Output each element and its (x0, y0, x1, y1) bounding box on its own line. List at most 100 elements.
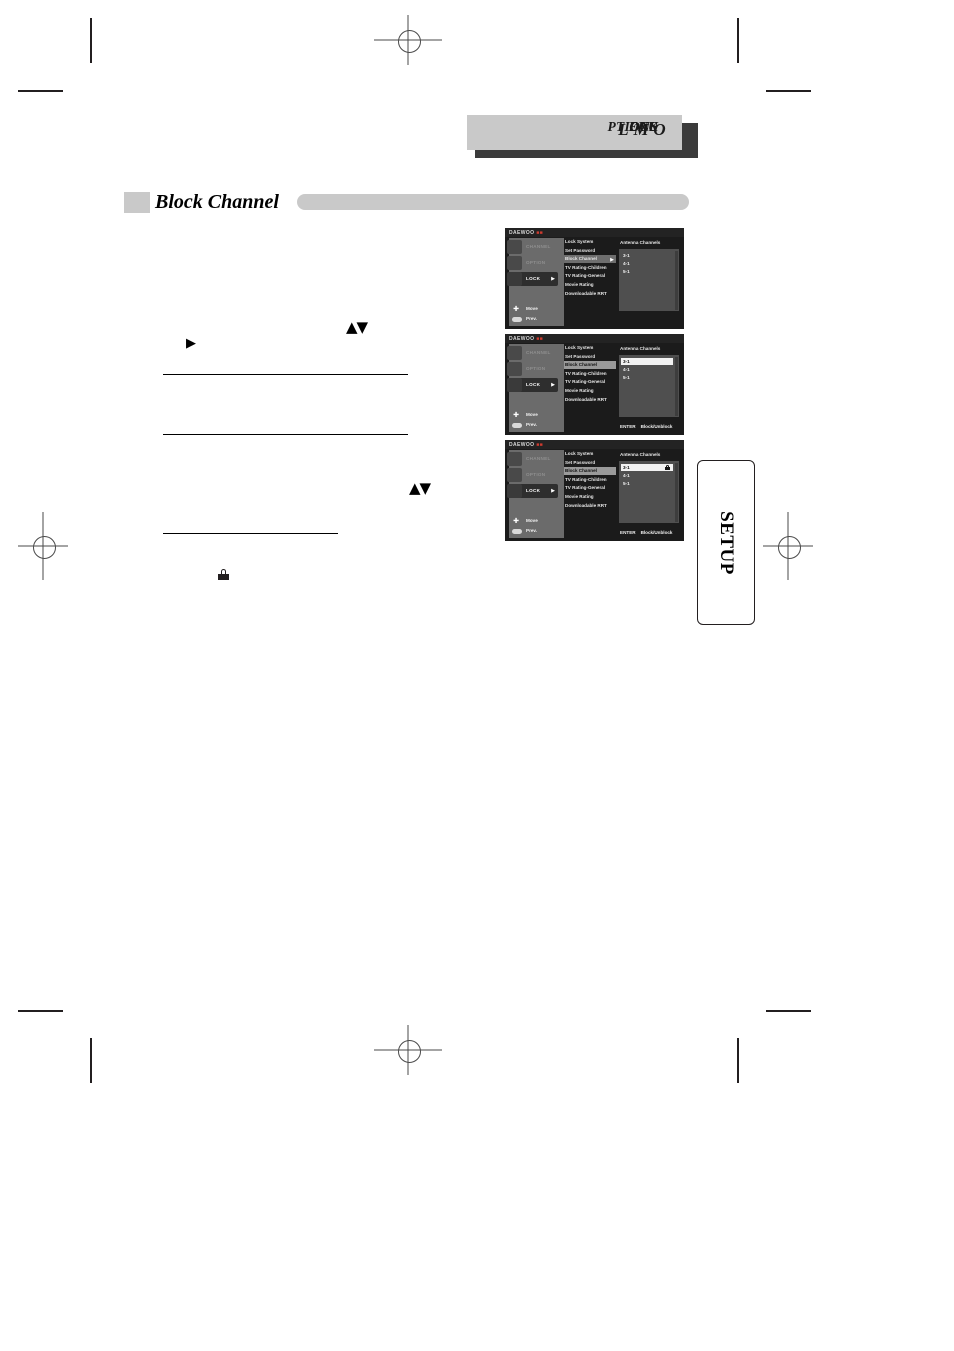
daewoo-logo: DAEWOO ■■ (509, 229, 544, 236)
crop-mark-top-right-vertical (737, 18, 739, 63)
right-arrow-glyph-1: ▶ (186, 336, 196, 351)
lock-icon (507, 378, 522, 392)
osd-nav-item-lock[interactable]: LOCK ▶ (507, 484, 558, 498)
osd-nav-item-lock[interactable]: LOCK ▶ (507, 272, 558, 286)
gear-icon (507, 362, 522, 376)
osd-menu-item-lock-system[interactable]: Lock System (564, 344, 616, 352)
osd-nav-item-channel[interactable]: CHANNEL (507, 240, 558, 254)
osd-menu-item-movie-rating[interactable]: Movie Rating (564, 387, 616, 395)
osd-channel-row[interactable]: 4-1 (621, 472, 673, 479)
osd-channel-row[interactable]: 4-1 (621, 260, 673, 267)
osd-channel-row[interactable]: 3-1 (621, 252, 673, 259)
osd-channel-scrollbar-thumb[interactable] (674, 462, 678, 522)
osd-menu-item-tv-rating-general[interactable]: TV Rating-General (564, 272, 616, 280)
osd-menu-item-downloadable-rrt[interactable]: Downloadable RRT (564, 502, 616, 510)
section-title-rule (297, 194, 689, 210)
chevron-right-icon: ▶ (551, 487, 555, 494)
osd-channel-row[interactable]: 5-1 (621, 374, 673, 381)
osd-channel-row[interactable]: 5-1 (621, 268, 673, 275)
osd-footer-prev-label: Prev. (526, 316, 537, 321)
osd-nav-item-label: CHANNEL (526, 456, 551, 461)
osd-channel-scrollbar[interactable] (674, 356, 678, 416)
osd-nav-item-lock[interactable]: LOCK ▶ (507, 378, 558, 392)
crop-mark-top-left-horizontal (18, 90, 63, 92)
osd-menu-item-downloadable-rrt[interactable]: Downloadable RRT (564, 396, 616, 404)
osd-menu-item-movie-rating[interactable]: Movie Rating (564, 493, 616, 501)
osd-screenshot-1: DAEWOO ■■ CHANNEL OPTION LOCK ▶ Lock System Se… (505, 228, 684, 329)
setup-side-tab-label: SETUP (716, 510, 737, 575)
tv-icon (507, 240, 522, 254)
page-title: Block Channel (155, 191, 279, 213)
setup-side-tab: SETUP (697, 460, 755, 625)
chevron-right-icon: ▶ (610, 256, 614, 263)
osd-channel-row[interactable]: 3-1 (621, 464, 673, 471)
crop-mark-bottom-right-horizontal (766, 1010, 811, 1012)
osd-channel-listbox: 3-1 4-1 5-1 (619, 355, 679, 417)
osd-channel-scrollbar[interactable] (674, 462, 678, 522)
osd-channel-scrollbar[interactable] (674, 250, 678, 310)
running-head: L OCK M ENU O PTIONS (467, 115, 698, 158)
osd-menu-item-block-channel[interactable]: Block Channel (564, 361, 616, 370)
crop-mark-bottom-right-vertical (737, 1038, 739, 1083)
crop-mark-top-right-horizontal (766, 90, 811, 92)
crop-mark-bottom-left-horizontal (18, 1010, 63, 1012)
osd-footer-move-label: Move (526, 412, 538, 417)
osd-channel-panel-title: Antenna Channels (620, 346, 661, 351)
dpad-icon: ✚ (513, 517, 519, 525)
osd-footer-prev-label: Prev. (526, 422, 537, 427)
body-rule-2 (163, 434, 408, 435)
osd-channel-listbox: 3-1 4-1 5-1 (619, 249, 679, 311)
osd-footer-move-label: Move (526, 306, 538, 311)
osd-channel-row[interactable]: 5-1 (621, 480, 673, 487)
osd-nav-item-option[interactable]: OPTION (507, 468, 558, 482)
osd-nav-item-label: OPTION (526, 366, 546, 371)
osd-menu-item-tv-rating-general[interactable]: TV Rating-General (564, 484, 616, 492)
osd-menu-item-movie-rating[interactable]: Movie Rating (564, 281, 616, 289)
osd-channel-scrollbar-thumb[interactable] (674, 250, 678, 310)
osd-menu-item-downloadable-rrt[interactable]: Downloadable RRT (564, 290, 616, 298)
osd-menu-item-set-password[interactable]: Set Password (564, 247, 616, 255)
osd-nav-item-option[interactable]: OPTION (507, 256, 558, 270)
osd-footer-prev-label: Prev. (526, 528, 537, 533)
osd-menu-item-set-password[interactable]: Set Password (564, 353, 616, 361)
updown-arrow-glyph-2: ▲▼ (409, 479, 431, 497)
osd-menu-item-block-channel[interactable]: Block Channel ▶ (564, 255, 616, 264)
osd-nav-item-label: LOCK (526, 382, 541, 387)
registration-mark-bottom (374, 1025, 442, 1075)
gear-icon (507, 256, 522, 270)
osd-nav-item-channel[interactable]: CHANNEL (507, 346, 558, 360)
osd-channel-row[interactable]: 3-1 (621, 358, 673, 365)
osd-nav-item-channel[interactable]: CHANNEL (507, 452, 558, 466)
osd-screenshot-2: DAEWOO ■■ CHANNEL OPTION LOCK ▶ Lock System Se… (505, 334, 684, 435)
osd-channel-panel: Antenna Channels 3-1 4-1 5-1 (618, 238, 680, 326)
osd-menu-item-tv-rating-children[interactable]: TV Rating-Children (564, 264, 616, 272)
chevron-right-icon: ▶ (551, 381, 555, 388)
lock-icon (218, 569, 229, 580)
registration-mark-right (763, 512, 813, 580)
prev-button-icon (512, 422, 522, 428)
osd-menu-item-tv-rating-children[interactable]: TV Rating-Children (564, 476, 616, 484)
osd-menu-list: Lock System Set Password Block Channel ▶ TV … (564, 238, 616, 326)
osd-menu-item-tv-rating-general[interactable]: TV Rating-General (564, 378, 616, 386)
osd-nav-item-label: OPTION (526, 260, 546, 265)
osd-menu-item-block-channel[interactable]: Block Channel (564, 467, 616, 476)
osd-menu-item-lock-system[interactable]: Lock System (564, 238, 616, 246)
chevron-right-icon: ▶ (551, 275, 555, 282)
osd-menu-item-set-password[interactable]: Set Password (564, 459, 616, 467)
osd-nav-item-label: LOCK (526, 488, 541, 493)
lock-icon (665, 465, 670, 470)
osd-nav-item-label: CHANNEL (526, 244, 551, 249)
osd-menu-item-tv-rating-children[interactable]: TV Rating-Children (564, 370, 616, 378)
osd-menu-item-lock-system[interactable]: Lock System (564, 450, 616, 458)
updown-arrow-glyph-1: ▲▼ (346, 318, 368, 336)
daewoo-logo: DAEWOO ■■ (509, 441, 544, 448)
osd-enter-hint: ENTER Block/Unblock (620, 424, 673, 429)
lock-icon (507, 272, 522, 286)
registration-mark-top (374, 15, 442, 65)
osd-channel-row[interactable]: 4-1 (621, 366, 673, 373)
osd-channel-panel-title: Antenna Channels (620, 240, 661, 245)
dpad-icon: ✚ (513, 305, 519, 313)
tv-icon (507, 346, 522, 360)
osd-channel-scrollbar-thumb[interactable] (674, 356, 678, 416)
osd-nav-item-option[interactable]: OPTION (507, 362, 558, 376)
